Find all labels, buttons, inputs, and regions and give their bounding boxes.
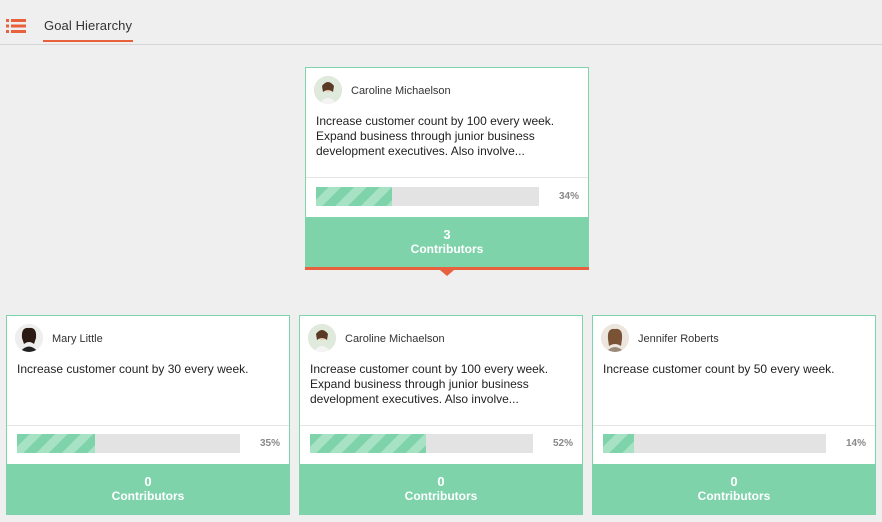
contributors-label: Contributors [697, 489, 771, 503]
goal-description: Increase customer count by 30 every week… [17, 362, 249, 376]
contributors-count: 3 [443, 227, 451, 242]
progress-bar [17, 434, 240, 453]
goal-description: Increase customer count by 100 every wee… [316, 114, 555, 158]
goal-owner-name: Caroline Michaelson [351, 85, 451, 97]
goal-owner-name: Mary Little [52, 333, 103, 345]
contributors-label: Contributors [410, 242, 484, 256]
goal-description: Increase customer count by 50 every week… [603, 362, 835, 376]
progress-percent: 34% [558, 191, 579, 202]
progress-fill [316, 187, 392, 206]
avatar [314, 76, 342, 104]
expand-arrow-icon [440, 270, 454, 276]
progress-fill [310, 434, 426, 453]
contributors-button[interactable]: 0 Contributors [593, 464, 875, 514]
tab-goal-hierarchy[interactable]: Goal Hierarchy [43, 18, 134, 42]
divider [300, 425, 582, 426]
progress-bar [310, 434, 533, 453]
child-goal-card[interactable]: Mary Little Increase customer count by 3… [6, 315, 290, 515]
goal-owner-name: Caroline Michaelson [345, 333, 445, 345]
contributors-button[interactable]: 0 Contributors [300, 464, 582, 514]
progress-bar [316, 187, 539, 206]
top-bar: Goal Hierarchy [0, 0, 882, 45]
contributors-label: Contributors [111, 489, 185, 503]
progress-percent: 52% [552, 438, 573, 449]
contributors-button[interactable]: 0 Contributors [7, 464, 289, 514]
progress-percent: 35% [259, 438, 280, 449]
avatar [15, 324, 43, 352]
goal-description: Increase customer count by 100 every wee… [310, 362, 549, 406]
avatar [308, 324, 336, 352]
divider [593, 425, 875, 426]
contributors-count: 0 [144, 474, 152, 489]
contributors-button[interactable]: 3 Contributors [306, 217, 588, 267]
divider [7, 425, 289, 426]
child-goal-card[interactable]: Caroline Michaelson Increase customer co… [299, 315, 583, 515]
progress-fill [17, 434, 96, 453]
progress-bar [603, 434, 826, 453]
contributors-count: 0 [437, 474, 445, 489]
root-goal-card[interactable]: Caroline Michaelson Increase customer co… [305, 67, 589, 268]
list-icon[interactable] [6, 18, 26, 34]
avatar [601, 324, 629, 352]
child-goal-card[interactable]: Jennifer Roberts Increase customer count… [592, 315, 876, 515]
contributors-count: 0 [730, 474, 738, 489]
progress-fill [603, 434, 635, 453]
contributors-label: Contributors [404, 489, 478, 503]
divider [306, 177, 588, 178]
goal-owner-name: Jennifer Roberts [638, 333, 719, 345]
progress-percent: 14% [845, 438, 866, 449]
